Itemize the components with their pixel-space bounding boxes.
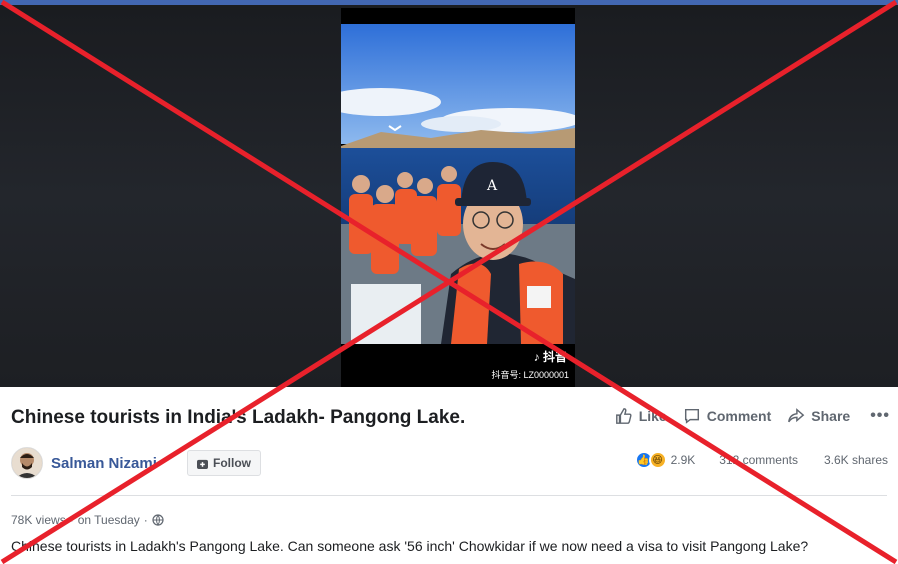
follow-button[interactable]: Follow	[187, 450, 261, 476]
comment-button[interactable]: Comment	[683, 407, 772, 425]
post-stats: 👍 😆 2.9K 312 comments 3.6K shares	[634, 451, 888, 469]
post-meta: 78K views · on Tuesday ·	[11, 513, 164, 527]
post-info: Chinese tourists in India's Ladakh- Pang…	[0, 387, 898, 564]
post-date[interactable]: on Tuesday	[78, 513, 140, 527]
watermark-logo-text: 抖音	[542, 350, 567, 364]
haha-reaction-icon: 😆	[648, 451, 667, 469]
follow-icon	[197, 459, 208, 469]
post-caption: Chinese tourists in Ladakh's Pangong Lak…	[11, 538, 809, 554]
post-actions: Like Comment Share •••	[615, 407, 890, 425]
like-label: Like	[638, 408, 667, 424]
share-label: Share	[811, 408, 851, 424]
tiktok-icon: ♪ 抖音	[533, 350, 567, 364]
more-options-button[interactable]: •••	[866, 407, 890, 425]
avatar[interactable]	[11, 447, 43, 479]
video-frame[interactable]: A ♪ 抖音 抖音号: LZ0000001	[341, 8, 575, 387]
share-icon	[788, 408, 805, 423]
watermark-id: 抖音号: LZ0000001	[491, 370, 569, 380]
divider	[11, 495, 887, 496]
follow-label: Follow	[213, 456, 251, 470]
share-button[interactable]: Share	[787, 407, 850, 425]
views-count: 78K views	[11, 513, 66, 527]
author-row: Salman Nizami Follow	[11, 447, 261, 479]
globe-icon	[152, 514, 164, 526]
video-title: Chinese tourists in India's Ladakh- Pang…	[11, 407, 466, 428]
svg-text:A: A	[486, 178, 498, 194]
author-name[interactable]: Salman Nizami	[51, 455, 179, 472]
comment-label: Comment	[706, 408, 772, 424]
video-thumbnail: A	[341, 24, 575, 344]
comment-icon	[684, 408, 699, 424]
reactions-count[interactable]: 2.9K	[671, 453, 696, 467]
comments-count[interactable]: 312 comments	[719, 453, 798, 467]
shares-count[interactable]: 3.6K shares	[824, 453, 888, 467]
reaction-icons[interactable]: 👍 😆	[634, 451, 667, 469]
meta-separator: ·	[143, 513, 148, 527]
meta-separator: ·	[69, 513, 74, 527]
thumbs-up-icon	[615, 408, 632, 424]
video-player[interactable]: A ♪ 抖音 抖音号: LZ0000001	[0, 5, 898, 387]
like-button[interactable]: Like	[615, 407, 667, 425]
